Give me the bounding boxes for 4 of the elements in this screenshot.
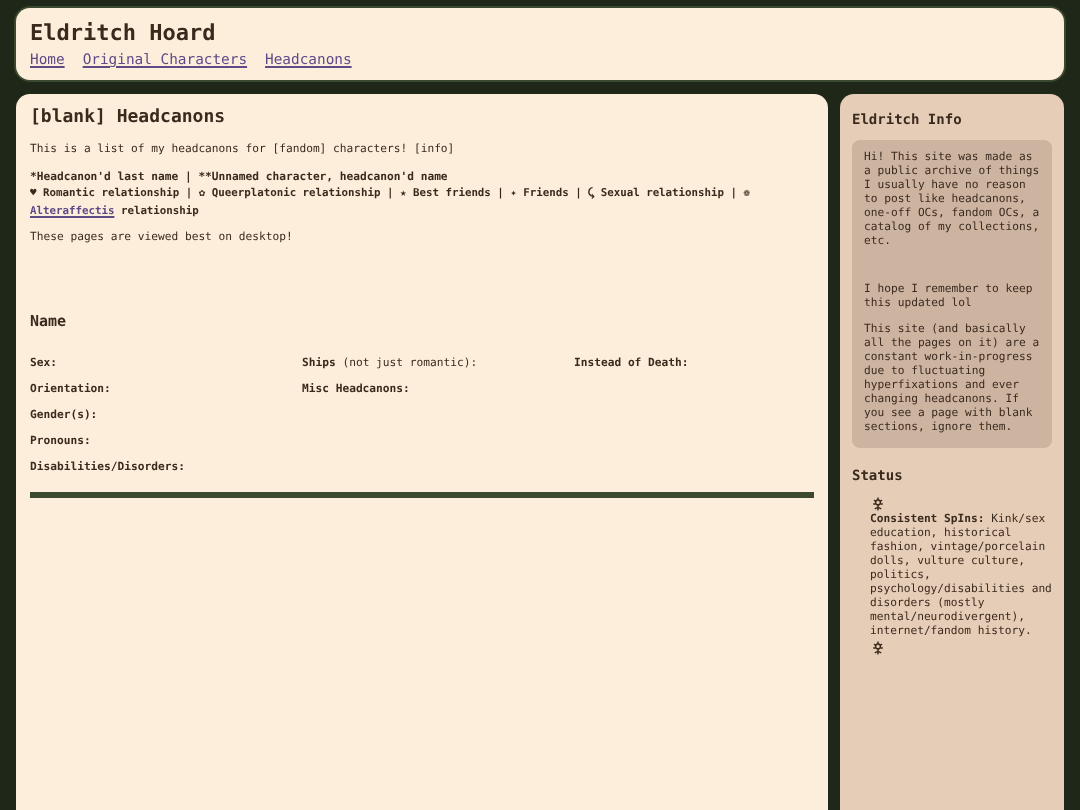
flower-icon xyxy=(870,496,886,512)
flower-icon xyxy=(870,640,886,656)
site-title: Eldritch Hoard xyxy=(30,20,218,46)
page-title: [blank] Headcanons xyxy=(30,108,228,128)
